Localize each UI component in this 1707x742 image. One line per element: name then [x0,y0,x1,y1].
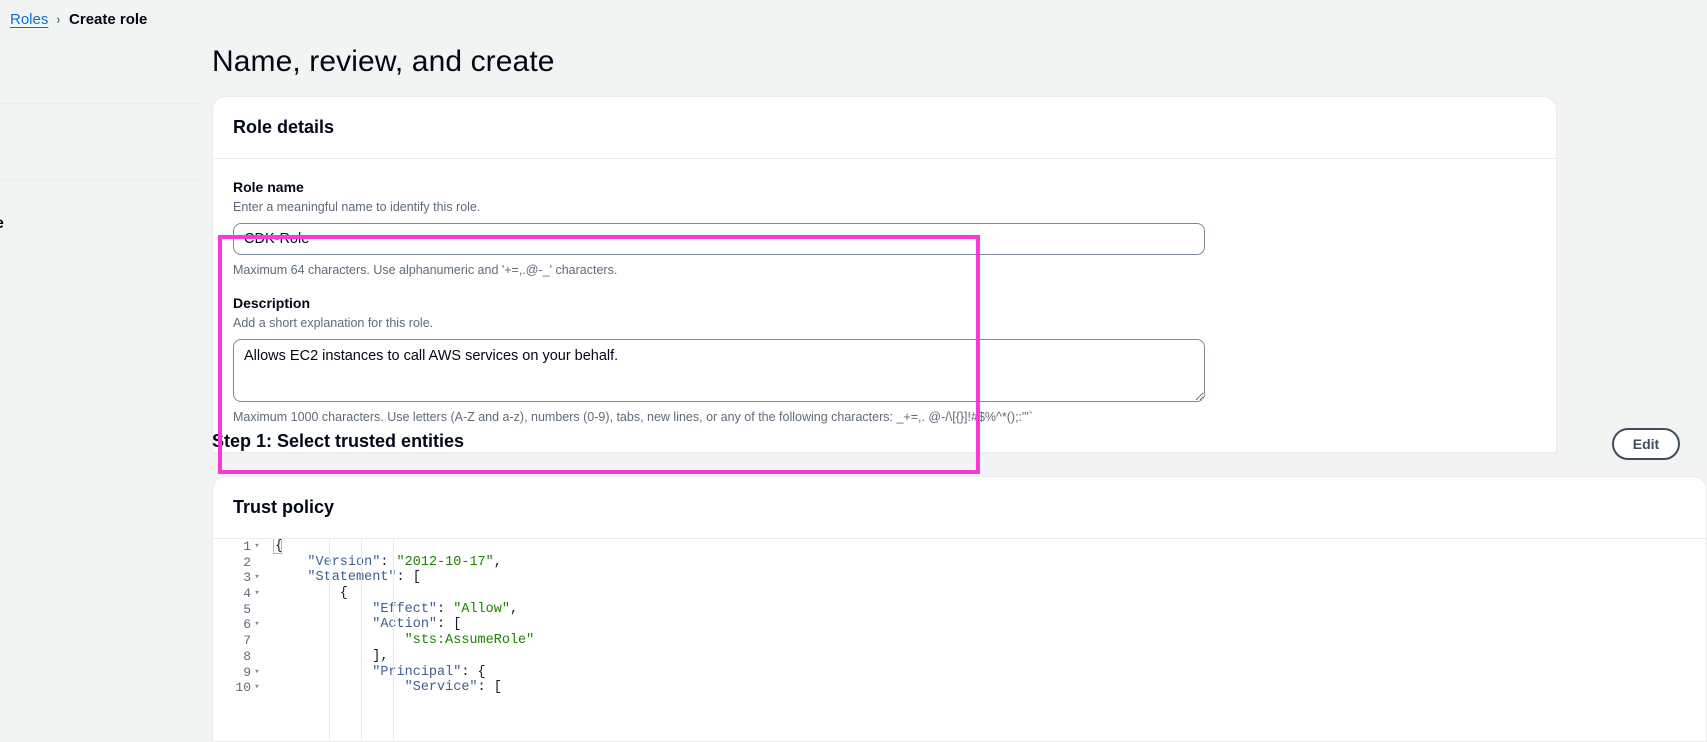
sidebar-divider [0,103,200,104]
code-line-text: "sts:AssumeRole" [404,633,535,649]
code-fold-toggle-icon[interactable]: ▾ [251,570,263,586]
code-line-text: { [275,586,348,602]
role-description-description: Add a short explanation for this role. [233,316,434,330]
role-details-card: Role details Role name Enter a meaningfu… [212,96,1557,474]
indent-guide [329,539,330,741]
role-description-constraint: Maximum 1000 characters. Use letters (A-… [233,410,1033,424]
code-line-text: "Effect": "Allow", [372,601,519,617]
code-line-row: 2▾ "Version": "2012-10-17", [213,554,1706,571]
code-line-number: 4 ▾ [213,586,267,602]
code-line-row: 7▾ "sts:AssumeRole" [213,633,1706,649]
code-line-number: 9 ▾ [213,664,267,681]
code-line-number: 8▾ [213,648,267,665]
code-line-number: 3 ▾ [213,570,267,587]
code-line-number: 2▾ [213,554,267,571]
sidebar-item-label: review, and create [0,215,4,232]
breadcrumb-link-roles[interactable]: Roles [10,11,48,28]
code-line-text: ], [275,648,389,664]
code-line-text: "Principal": { [372,664,486,680]
page-root: rusted entity rmissions review, and crea… [0,0,1707,742]
role-details-title: Role details [233,117,335,137]
step1-title: Step 1: Select trusted entities [212,431,465,451]
code-line-text: "Version": "2012-10-17", [307,554,502,570]
code-line-number: 10 ▾ [213,680,267,696]
role-name-input[interactable] [233,223,1205,255]
page-title: Name, review, and create [212,45,555,78]
code-line-row: 9 ▾ "Principal": { [213,664,1706,681]
code-rows: 1▾{2▾ "Version": "2012-10-17",3▾ "Statem… [213,539,1706,696]
role-details-header: Role details [213,97,1556,159]
code-line-text: { [275,539,284,554]
breadcrumb-current-create-role: Create role [69,10,148,28]
code-line-row: 5▾ "Effect": "Allow", [213,601,1706,618]
code-line-row: 4 ▾ { [213,586,1706,602]
code-line-row: 10 ▾ "Service": [ [213,680,1706,696]
code-line-text: "Service": [ [404,680,502,696]
code-line-number: 6 ▾ [213,617,267,634]
code-line-row: 6 ▾ "Action": [ [213,617,1706,634]
role-name-description: Enter a meaningful name to identify this… [233,200,481,214]
indent-guide [393,539,394,741]
breadcrumb: Roles › Create role [10,8,147,30]
code-line-number: 1 ▾ [213,539,267,555]
sidebar-item-add-permissions[interactable]: rmissions [0,138,200,214]
edit-step1-button[interactable]: Edit [1612,428,1680,460]
code-fold-toggle-icon[interactable]: ▾ [251,665,263,681]
code-line-text: "Statement": [ [307,570,421,586]
main-content: Name, review, and create Role details Ro… [212,0,1707,742]
code-line-text: "Action": [ [372,617,462,633]
sidebar-item-select-trusted-entity[interactable]: rusted entity [0,62,200,138]
code-line-number: 5▾ [213,601,267,618]
sidebar-item-name-review-and-create[interactable]: review, and create [0,214,200,290]
role-name-constraint: Maximum 64 characters. Use alphanumeric … [233,263,618,277]
code-fold-toggle-icon[interactable]: ▾ [251,586,263,602]
role-name-field-group: Role name Enter a meaningful name to ide… [233,177,1536,279]
sidebar-divider [0,179,200,180]
code-line-row: 1 ▾ { [213,539,1706,555]
chevron-right-icon: › [56,11,61,27]
step1-header-row: Step 1: Select trusted entities Edit [212,428,1707,472]
role-description-textarea[interactable] [233,339,1205,402]
trust-policy-card: Trust policy 1▾ {2▾ "Version": "2012-10-1… [212,476,1707,742]
role-name-label: Role name [233,179,304,195]
trust-policy-title: Trust policy [233,497,335,517]
code-fold-toggle-icon[interactable]: ▾ [251,617,263,633]
code-line-row: 8▾ ], [213,648,1706,665]
trust-policy-header: Trust policy [213,477,1706,539]
code-line-row: 3 ▾ "Statement": [ [213,570,1706,587]
role-description-label: Description [233,295,311,311]
code-fold-toggle-icon[interactable]: ▾ [251,539,263,555]
role-details-body: Role name Enter a meaningful name to ide… [213,159,1556,474]
role-description-field-group: Description Add a short explanation for … [233,293,1536,426]
code-fold-toggle-icon[interactable]: ▾ [251,680,263,696]
indent-guide [361,539,362,741]
trust-policy-code-editor[interactable]: 1▾{2▾ "Version": "2012-10-17",3▾ "Statem… [213,539,1706,741]
code-line-number: 7▾ [213,633,267,649]
wizard-sidebar: rusted entity rmissions review, and crea… [0,0,200,742]
